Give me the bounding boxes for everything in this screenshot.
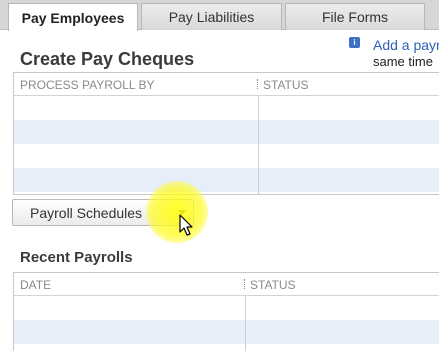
- table-header: PROCESS PAYROLL BY STATUS: [14, 73, 439, 96]
- table-row[interactable]: [14, 144, 439, 168]
- column-header-status[interactable]: STATUS: [250, 278, 296, 292]
- column-resize-handle[interactable]: [244, 279, 245, 289]
- table-row[interactable]: [14, 296, 439, 320]
- tab-label: Pay Liabilities: [168, 9, 255, 25]
- table-row[interactable]: [14, 320, 439, 344]
- payroll-schedules-label: Payroll Schedules: [30, 204, 143, 221]
- chevron-down-icon[interactable]: [178, 210, 186, 215]
- table-row[interactable]: [14, 96, 439, 120]
- tab-pay-employees[interactable]: Pay Employees: [8, 3, 138, 31]
- tab-pay-liabilities[interactable]: Pay Liabilities: [141, 3, 282, 30]
- column-divider: [245, 296, 246, 351]
- column-resize-handle[interactable]: [257, 79, 258, 89]
- create-pay-cheques-title: Create Pay Cheques: [20, 49, 195, 69]
- create-pay-cheques-table: PROCESS PAYROLL BY STATUS: [13, 72, 439, 195]
- recent-payrolls-title: Recent Payrolls: [20, 249, 133, 266]
- column-header-date[interactable]: DATE: [20, 278, 51, 292]
- recent-payrolls-table: DATE STATUS: [13, 272, 439, 351]
- table-row[interactable]: [14, 120, 439, 144]
- column-divider: [258, 96, 259, 194]
- table-row[interactable]: [14, 168, 439, 192]
- tab-label: File Forms: [321, 9, 389, 25]
- table-header: DATE STATUS: [14, 273, 439, 296]
- info-subtext: same time: [373, 54, 433, 69]
- tab-label: Pay Employees: [21, 9, 125, 26]
- tab-bar: Pay Employees Pay Liabilities File Forms: [0, 0, 439, 31]
- tab-file-forms[interactable]: File Forms: [285, 3, 425, 30]
- info-icon: i: [349, 37, 360, 48]
- add-payroll-link[interactable]: Add a payr: [373, 37, 439, 53]
- column-header-status[interactable]: STATUS: [263, 78, 309, 92]
- payroll-schedules-button[interactable]: Payroll Schedules: [12, 199, 194, 226]
- column-header-process-payroll-by[interactable]: PROCESS PAYROLL BY: [20, 78, 155, 92]
